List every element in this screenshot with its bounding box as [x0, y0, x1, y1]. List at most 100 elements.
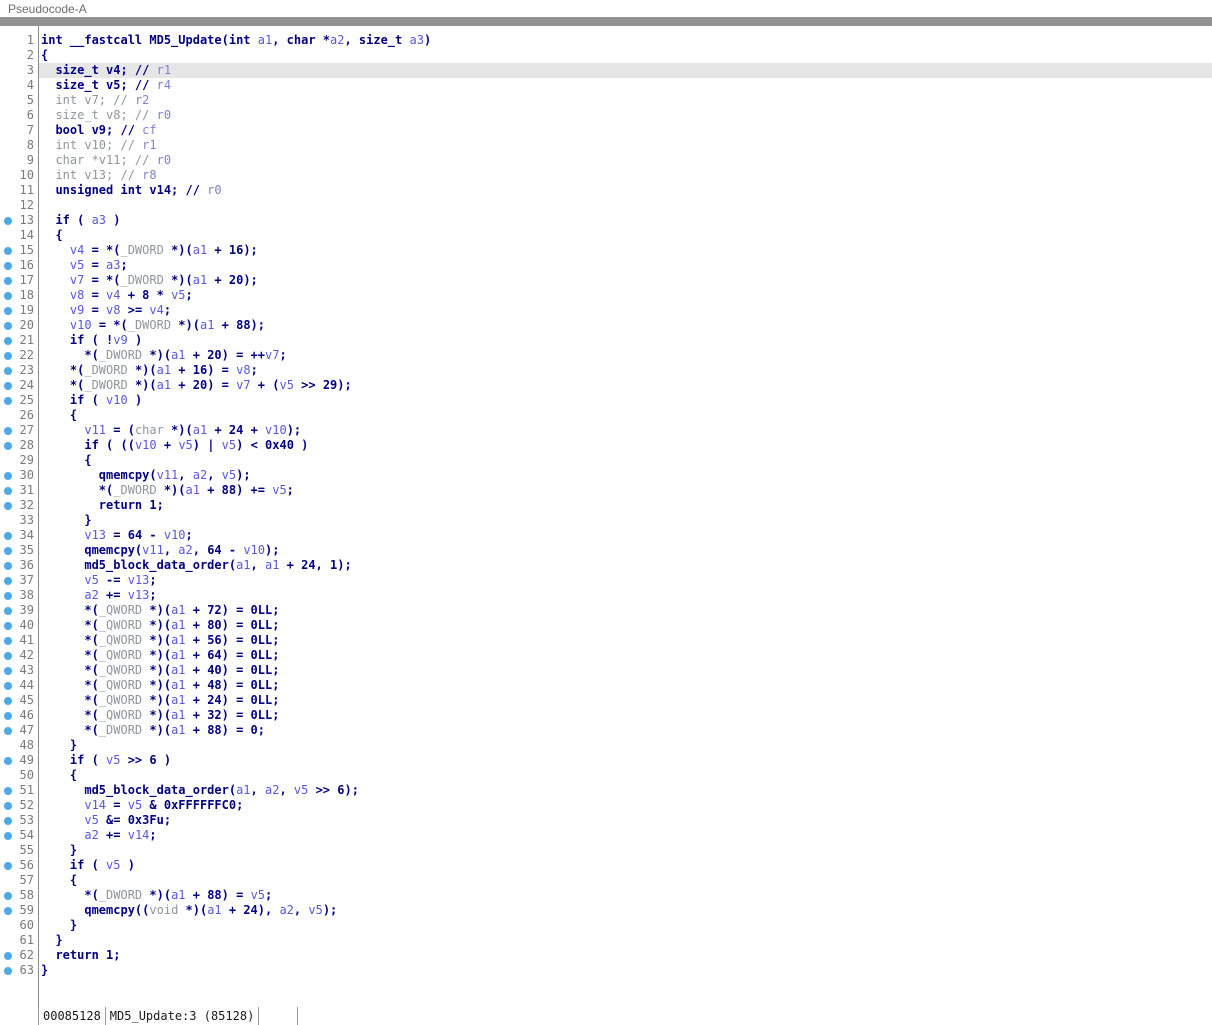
- code-text[interactable]: if ( ((v10 + v5) | v5) < 0x40 ): [39, 438, 1212, 453]
- code-text[interactable]: {: [39, 768, 1212, 783]
- address-dot-icon[interactable]: [0, 648, 16, 663]
- code-text[interactable]: v11 = (char *)(a1 + 24 + v10);: [39, 423, 1212, 438]
- code-text[interactable]: a2 += v14;: [39, 828, 1212, 843]
- address-dot-icon[interactable]: [0, 783, 16, 798]
- code-text[interactable]: {: [39, 873, 1212, 888]
- code-text[interactable]: qmemcpy((void *)(a1 + 24), a2, v5);: [39, 903, 1212, 918]
- code-text[interactable]: if ( v5 >> 6 ): [39, 753, 1212, 768]
- code-text[interactable]: v5 &= 0x3Fu;: [39, 813, 1212, 828]
- code-text[interactable]: qmemcpy(v11, a2, 64 - v10);: [39, 543, 1212, 558]
- tab-pseudocode-a[interactable]: Pseudocode-A: [8, 2, 87, 17]
- code-text[interactable]: if ( v10 ): [39, 393, 1212, 408]
- code-text[interactable]: {: [39, 228, 1212, 243]
- code-text[interactable]: *(_DWORD *)(a1 + 20) = v7 + (v5 >> 29);: [39, 378, 1212, 393]
- address-dot-icon[interactable]: [0, 528, 16, 543]
- code-text[interactable]: {: [39, 453, 1212, 468]
- code-text[interactable]: int __fastcall MD5_Update(int a1, char *…: [39, 33, 1212, 48]
- address-dot-icon[interactable]: [0, 243, 16, 258]
- code-text[interactable]: return 1;: [39, 948, 1212, 963]
- code-text[interactable]: v4 = *(_DWORD *)(a1 + 16);: [39, 243, 1212, 258]
- code-text[interactable]: }: [39, 513, 1212, 528]
- address-dot-icon[interactable]: [0, 723, 16, 738]
- address-dot-icon[interactable]: [0, 663, 16, 678]
- code-text[interactable]: v5 -= v13;: [39, 573, 1212, 588]
- address-dot-icon[interactable]: [0, 348, 16, 363]
- code-text[interactable]: int v13; // r8: [39, 168, 1212, 183]
- code-text[interactable]: md5_block_data_order(a1, a2, v5 >> 6);: [39, 783, 1212, 798]
- address-dot-icon[interactable]: [0, 828, 16, 843]
- code-text[interactable]: int v10; // r1: [39, 138, 1212, 153]
- address-dot-icon[interactable]: [0, 678, 16, 693]
- address-dot-icon[interactable]: [0, 948, 16, 963]
- address-dot-icon[interactable]: [0, 543, 16, 558]
- code-text[interactable]: char *v11; // r0: [39, 153, 1212, 168]
- address-dot-icon[interactable]: [0, 618, 16, 633]
- address-dot-icon[interactable]: [0, 258, 16, 273]
- code-text[interactable]: *(_DWORD *)(a1 + 88) = v5;: [39, 888, 1212, 903]
- code-text[interactable]: *(_QWORD *)(a1 + 48) = 0LL;: [39, 678, 1212, 693]
- code-text[interactable]: *(_QWORD *)(a1 + 40) = 0LL;: [39, 663, 1212, 678]
- code-text[interactable]: v5 = a3;: [39, 258, 1212, 273]
- code-text[interactable]: *(_QWORD *)(a1 + 24) = 0LL;: [39, 693, 1212, 708]
- address-dot-icon[interactable]: [0, 468, 16, 483]
- code-text[interactable]: }: [39, 843, 1212, 858]
- address-dot-icon[interactable]: [0, 603, 16, 618]
- address-dot-icon[interactable]: [0, 813, 16, 828]
- code-text[interactable]: {: [39, 48, 1212, 63]
- code-text[interactable]: *(_QWORD *)(a1 + 64) = 0LL;: [39, 648, 1212, 663]
- code-text[interactable]: unsigned int v14; // r0: [39, 183, 1212, 198]
- pseudocode-editor[interactable]: 1 int __fastcall MD5_Update(int a1, char …: [0, 26, 1212, 1007]
- code-text[interactable]: size_t v4; // r1: [39, 63, 1212, 78]
- code-text[interactable]: v13 = 64 - v10;: [39, 528, 1212, 543]
- address-dot-icon[interactable]: [0, 588, 16, 603]
- address-dot-icon[interactable]: [0, 423, 16, 438]
- code-text[interactable]: *(_QWORD *)(a1 + 72) = 0LL;: [39, 603, 1212, 618]
- code-text[interactable]: {: [39, 408, 1212, 423]
- address-dot-icon[interactable]: [0, 798, 16, 813]
- address-dot-icon[interactable]: [0, 498, 16, 513]
- code-text[interactable]: size_t v8; // r0: [39, 108, 1212, 123]
- code-text[interactable]: if ( a3 ): [39, 213, 1212, 228]
- address-dot-icon[interactable]: [0, 903, 16, 918]
- code-text[interactable]: v7 = *(_DWORD *)(a1 + 20);: [39, 273, 1212, 288]
- address-dot-icon[interactable]: [0, 378, 16, 393]
- code-text[interactable]: return 1;: [39, 498, 1212, 513]
- address-dot-icon[interactable]: [0, 858, 16, 873]
- code-text[interactable]: *(_DWORD *)(a1 + 20) = ++v7;: [39, 348, 1212, 363]
- code-text[interactable]: *(_DWORD *)(a1 + 88) += v5;: [39, 483, 1212, 498]
- address-dot-icon[interactable]: [0, 273, 16, 288]
- code-text[interactable]: v9 = v8 >= v4;: [39, 303, 1212, 318]
- address-dot-icon[interactable]: [0, 213, 16, 228]
- code-text[interactable]: }: [39, 963, 1212, 978]
- splitter-bar[interactable]: [0, 17, 1212, 26]
- code-text[interactable]: int v7; // r2: [39, 93, 1212, 108]
- code-text[interactable]: if ( v5 ): [39, 858, 1212, 873]
- code-text[interactable]: a2 += v13;: [39, 588, 1212, 603]
- code-text[interactable]: [39, 198, 1212, 213]
- address-dot-icon[interactable]: [0, 363, 16, 378]
- code-text[interactable]: v14 = v5 & 0xFFFFFFC0;: [39, 798, 1212, 813]
- address-dot-icon[interactable]: [0, 888, 16, 903]
- code-text[interactable]: }: [39, 933, 1212, 948]
- address-dot-icon[interactable]: [0, 393, 16, 408]
- address-dot-icon[interactable]: [0, 693, 16, 708]
- address-dot-icon[interactable]: [0, 318, 16, 333]
- code-text[interactable]: bool v9; // cf: [39, 123, 1212, 138]
- address-dot-icon[interactable]: [0, 633, 16, 648]
- code-text[interactable]: *(_DWORD *)(a1 + 88) = 0;: [39, 723, 1212, 738]
- address-dot-icon[interactable]: [0, 753, 16, 768]
- address-dot-icon[interactable]: [0, 303, 16, 318]
- code-text[interactable]: *(_DWORD *)(a1 + 16) = v8;: [39, 363, 1212, 378]
- address-dot-icon[interactable]: [0, 438, 16, 453]
- address-dot-icon[interactable]: [0, 963, 16, 978]
- address-dot-icon[interactable]: [0, 708, 16, 723]
- code-text[interactable]: }: [39, 738, 1212, 753]
- code-text[interactable]: *(_QWORD *)(a1 + 80) = 0LL;: [39, 618, 1212, 633]
- code-text[interactable]: md5_block_data_order(a1, a1 + 24, 1);: [39, 558, 1212, 573]
- address-dot-icon[interactable]: [0, 483, 16, 498]
- code-text[interactable]: qmemcpy(v11, a2, v5);: [39, 468, 1212, 483]
- code-text[interactable]: size_t v5; // r4: [39, 78, 1212, 93]
- code-text[interactable]: v10 = *(_DWORD *)(a1 + 88);: [39, 318, 1212, 333]
- address-dot-icon[interactable]: [0, 558, 16, 573]
- code-text[interactable]: }: [39, 918, 1212, 933]
